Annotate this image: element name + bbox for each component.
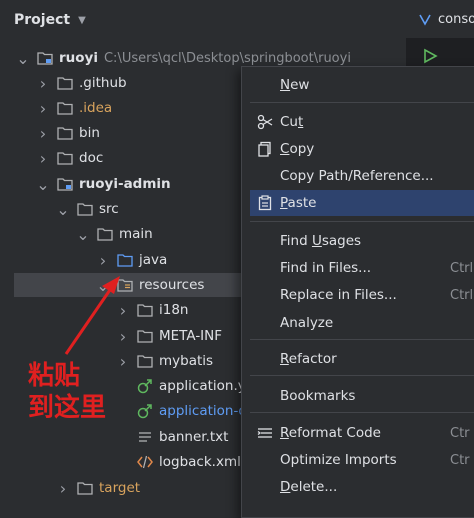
tree-row-label: .github xyxy=(79,75,127,91)
context-menu: New Cut Copy Copy Path/Reference... Paste Fin… xyxy=(241,66,474,518)
red-arrow-annotation xyxy=(64,276,120,355)
folder-icon xyxy=(136,353,154,369)
tree-row-label: resources xyxy=(139,277,205,293)
folder-icon xyxy=(136,328,154,344)
module-folder-icon xyxy=(56,176,74,192)
menu-item-new[interactable]: New xyxy=(250,72,474,98)
text-file-icon xyxy=(136,429,154,445)
menu-item-reformat-code[interactable]: Reformat Code Ctr xyxy=(250,420,474,446)
chevron-down-icon[interactable]: ⌄ xyxy=(36,175,50,194)
menu-item-label: Paste xyxy=(280,195,317,211)
menu-separator xyxy=(250,339,474,340)
folder-icon xyxy=(56,100,74,116)
menu-item-refactor[interactable]: Refactor xyxy=(250,346,474,372)
chevron-down-icon[interactable]: ⌄ xyxy=(76,225,90,244)
yaml-file-icon xyxy=(136,403,154,419)
run-icon[interactable] xyxy=(422,48,438,64)
chevron-right-icon[interactable]: › xyxy=(56,479,70,498)
menu-item-bookmarks[interactable]: Bookmarks xyxy=(250,383,474,409)
folder-icon xyxy=(56,150,74,166)
chevron-right-icon[interactable]: › xyxy=(36,99,50,118)
menu-item-label: Optimize Imports xyxy=(280,452,397,468)
menu-separator xyxy=(250,102,474,103)
source-folder-icon xyxy=(116,252,134,268)
menu-separator xyxy=(250,412,474,413)
tree-row-label: ruoyi-admin xyxy=(79,176,171,192)
tree-row-label: target xyxy=(99,480,141,496)
chevron-right-icon[interactable]: › xyxy=(96,251,110,270)
menu-item-optimize-imports[interactable]: Optimize Imports Ctr xyxy=(250,447,474,473)
annotation-line-2: 到这里 xyxy=(28,393,107,423)
tree-row-label: ruoyi xyxy=(59,50,98,66)
menu-item-analyze[interactable]: Analyze xyxy=(250,310,474,336)
menu-item-label: Reformat Code xyxy=(280,425,381,441)
tree-row-label: logback.xml xyxy=(159,454,241,470)
chevron-right-icon[interactable]: › xyxy=(36,124,50,143)
menu-item-label: Cut xyxy=(280,114,304,130)
folder-icon xyxy=(56,125,74,141)
tree-row-label: banner.txt xyxy=(159,429,229,445)
menu-item-copy-path-reference[interactable]: Copy Path/Reference... xyxy=(250,163,474,189)
tree-row-label: java xyxy=(139,252,168,268)
menu-item-shortcut: Ctrl+ xyxy=(450,287,474,303)
menu-separator xyxy=(250,375,474,376)
folder-icon xyxy=(76,201,94,217)
xml-file-icon xyxy=(136,454,154,470)
module-folder-icon xyxy=(36,50,54,66)
menu-item-label: Analyze xyxy=(280,315,334,331)
menu-item-label: Delete... xyxy=(280,479,338,495)
tree-row-label: i18n xyxy=(159,302,189,318)
menu-item-label: Find in Files... xyxy=(280,260,372,276)
project-path: C:\Users\qcl\Desktop\springboot\ruoyi xyxy=(103,50,351,66)
tree-row-label: bin xyxy=(79,125,100,141)
menu-item-find-in-files[interactable]: Find in Files... Ctrl+ xyxy=(250,255,474,281)
chevron-right-icon[interactable]: › xyxy=(36,74,50,93)
copy-icon xyxy=(256,141,274,157)
project-title[interactable]: Project xyxy=(14,12,70,28)
reformat-icon xyxy=(256,425,274,441)
menu-item-label: Refactor xyxy=(280,351,337,367)
menu-separator xyxy=(250,221,474,222)
menu-item-cut[interactable]: Cut xyxy=(250,109,474,135)
chevron-down-icon[interactable]: ⌄ xyxy=(16,49,30,68)
menu-item-label: Find Usages xyxy=(280,233,362,249)
tree-row-label: mybatis xyxy=(159,353,214,369)
chevron-down-icon[interactable]: ⌄ xyxy=(56,200,70,219)
paste-icon xyxy=(256,195,274,211)
editor-tab-label: console xyxy=(438,11,474,27)
tree-row-label: META-INF xyxy=(159,328,223,344)
folder-icon xyxy=(136,302,154,318)
folder-icon xyxy=(76,480,94,496)
menu-item-delete[interactable]: Delete... xyxy=(250,474,474,500)
tree-row-label: .idea xyxy=(79,100,113,116)
tree-row-label: doc xyxy=(79,150,104,166)
menu-item-shortcut: Ctr xyxy=(450,452,470,468)
file-icon xyxy=(419,14,431,26)
menu-item-paste[interactable]: Paste xyxy=(250,190,474,216)
annotation-line-1: 粘贴 xyxy=(28,361,81,391)
menu-item-copy[interactable]: Copy xyxy=(250,136,474,162)
folder-icon xyxy=(96,226,114,242)
menu-item-label: Bookmarks xyxy=(280,388,356,404)
tree-row-label: main xyxy=(119,226,153,242)
menu-item-shortcut: Ctr xyxy=(450,425,470,441)
menu-item-replace-in-files[interactable]: Replace in Files... Ctrl+ xyxy=(250,282,474,308)
yaml-file-icon xyxy=(136,378,154,394)
tree-row-label: src xyxy=(99,201,119,217)
scissors-icon xyxy=(256,114,274,130)
folder-icon xyxy=(56,75,74,91)
menu-item-shortcut: Ctrl+ xyxy=(450,260,474,276)
menu-item-find-usages[interactable]: Find Usages xyxy=(250,228,474,254)
editor-tab-console[interactable]: console xyxy=(406,0,474,38)
chevron-down-icon[interactable]: ▼ xyxy=(78,15,86,26)
menu-item-label: New xyxy=(280,77,310,93)
menu-item-label: Copy xyxy=(280,141,315,157)
menu-item-label: Copy Path/Reference... xyxy=(280,168,434,184)
menu-item-label: Replace in Files... xyxy=(280,287,397,303)
chevron-right-icon[interactable]: › xyxy=(36,149,50,168)
paste-here-annotation: 粘贴 到这里 xyxy=(28,360,106,424)
project-tool-window-header: Project ▼ xyxy=(0,0,406,40)
